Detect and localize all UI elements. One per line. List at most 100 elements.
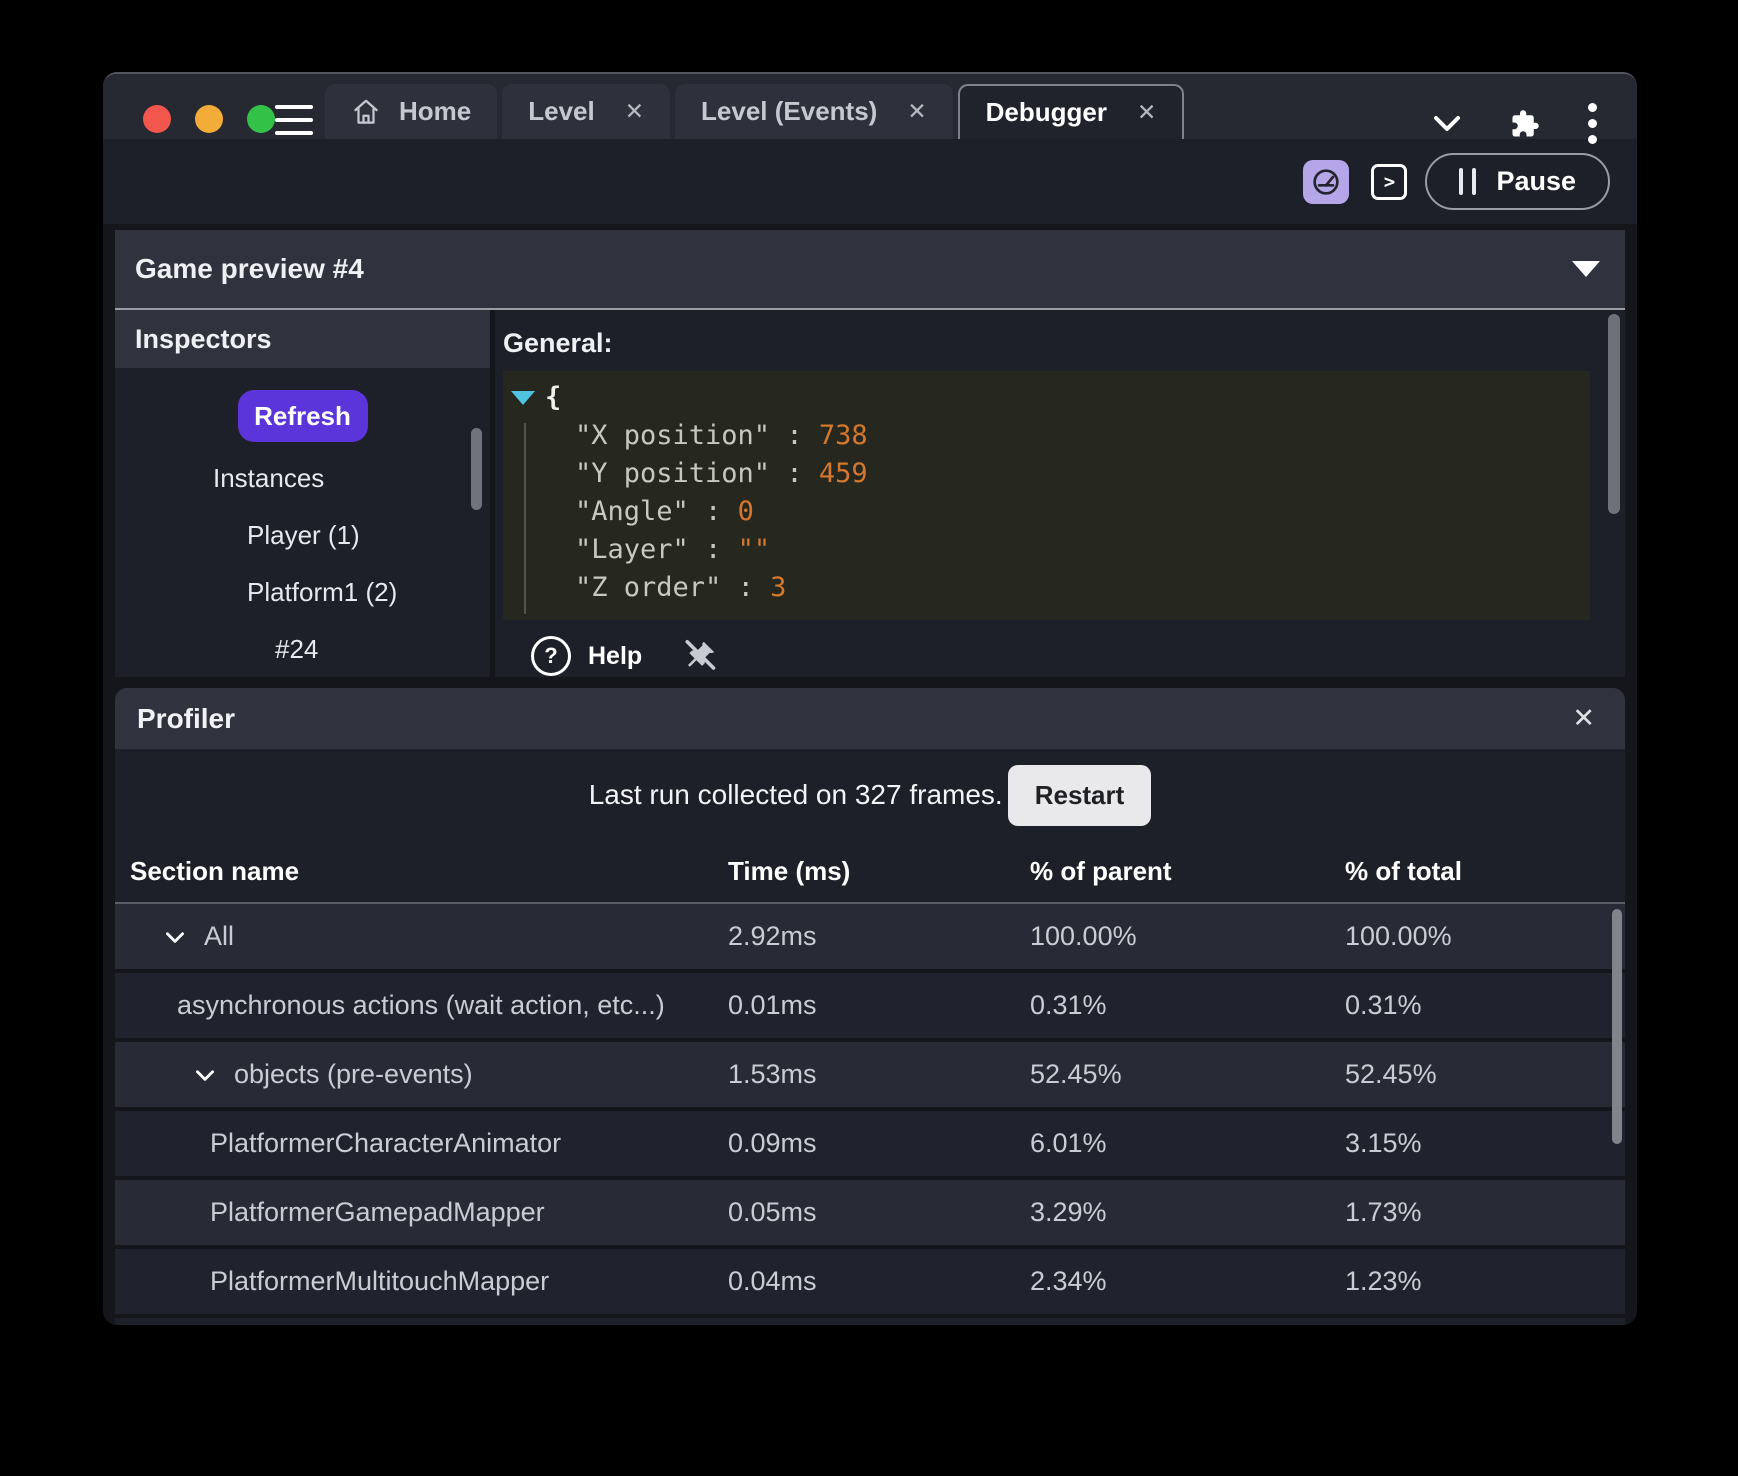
pause-label: Pause bbox=[1496, 166, 1576, 197]
tab-label: Home bbox=[399, 96, 471, 127]
tab-bar: Home Level ✕ Level (Events) ✕ Debugger ✕ bbox=[103, 74, 1637, 139]
collapse-row-icon[interactable] bbox=[192, 1062, 218, 1088]
tree-item-instances[interactable]: Instances bbox=[115, 450, 490, 507]
debugger-content: Game preview #4 Inspectors Refresh Insta… bbox=[103, 224, 1637, 1325]
debugger-window: Home Level ✕ Level (Events) ✕ Debugger ✕ bbox=[103, 72, 1637, 1325]
extensions-puzzle-icon[interactable] bbox=[1510, 109, 1540, 139]
profiler-header: Profiler ✕ bbox=[115, 688, 1625, 749]
open-brace: { bbox=[545, 379, 561, 417]
inspectors-scrollbar[interactable] bbox=[471, 428, 482, 510]
table-row[interactable]: PlatformerCharacterAnimator 0.09ms 6.01%… bbox=[115, 1111, 1625, 1180]
tab-label: Debugger bbox=[986, 97, 1107, 128]
tree-item-platform1[interactable]: Platform1 (2) bbox=[115, 564, 490, 621]
tabs: Home Level ✕ Level (Events) ✕ Debugger ✕ bbox=[325, 84, 1184, 139]
pause-icon bbox=[1459, 168, 1476, 195]
inspectors-header: Inspectors bbox=[115, 310, 490, 368]
tab-debugger[interactable]: Debugger ✕ bbox=[958, 84, 1185, 139]
collapse-row-icon[interactable] bbox=[162, 924, 188, 950]
percent-of-parent-value: 2.34% bbox=[1030, 1266, 1345, 1297]
screenshot-stage: Home Level ✕ Level (Events) ✕ Debugger ✕ bbox=[0, 0, 1738, 1476]
table-row[interactable]: PlatformerGamepadMapper 0.05ms 3.29% 1.7… bbox=[115, 1180, 1625, 1249]
json-line-angle: "Angle" : 0 bbox=[511, 493, 1590, 531]
percent-of-total-value: 100.00% bbox=[1345, 921, 1625, 952]
section-name: asynchronous actions (wait action, etc..… bbox=[177, 990, 665, 1021]
close-window-button[interactable] bbox=[143, 105, 171, 133]
json-line-z-order: "Z order" : 3 bbox=[511, 569, 1590, 607]
percent-of-parent-value: 3.29% bbox=[1030, 1197, 1345, 1228]
console-glyph: > bbox=[1384, 171, 1395, 193]
game-preview-header[interactable]: Game preview #4 bbox=[115, 230, 1625, 308]
section-name: PlatformerMultitouchMapper bbox=[210, 1266, 549, 1297]
percent-of-total-value: 0.31% bbox=[1345, 990, 1625, 1021]
time-value: 0.04ms bbox=[728, 1266, 1030, 1297]
time-value: 0.01ms bbox=[728, 990, 1030, 1021]
percent-of-parent-value: 52.45% bbox=[1030, 1059, 1345, 1090]
close-tab-icon[interactable]: ✕ bbox=[613, 98, 644, 125]
section-name: All bbox=[204, 921, 234, 952]
general-panel: General: { "X position" : 738 "Y positio… bbox=[495, 310, 1625, 677]
profiler-scrollbar[interactable] bbox=[1612, 909, 1622, 1144]
maximize-window-button[interactable] bbox=[247, 105, 275, 133]
percent-of-parent-value: 6.01% bbox=[1030, 1128, 1345, 1159]
section-name: objects (pre-events) bbox=[234, 1059, 473, 1090]
percent-of-total-value: 1.23% bbox=[1345, 1266, 1625, 1297]
tab-level-events[interactable]: Level (Events) ✕ bbox=[675, 84, 953, 139]
game-preview-title: Game preview #4 bbox=[135, 253, 364, 285]
restart-button[interactable]: Restart bbox=[1008, 765, 1152, 826]
instance-json-view: { "X position" : 738 "Y position" : 459 … bbox=[503, 371, 1590, 620]
section-gap bbox=[115, 677, 1625, 688]
profiler-table-header: Section name Time (ms) % of parent % of … bbox=[115, 841, 1625, 904]
unpin-icon[interactable] bbox=[682, 638, 718, 674]
tree-item-player[interactable]: Player (1) bbox=[115, 507, 490, 564]
indent-guide bbox=[524, 423, 526, 614]
console-button[interactable]: > bbox=[1371, 164, 1407, 200]
refresh-button[interactable]: Refresh bbox=[238, 390, 368, 442]
tab-level[interactable]: Level ✕ bbox=[502, 84, 670, 139]
tab-label: Level bbox=[528, 96, 595, 127]
menu-icon[interactable] bbox=[275, 105, 313, 135]
column-header-section-name: Section name bbox=[130, 856, 728, 887]
tab-label: Level (Events) bbox=[701, 96, 877, 127]
profiler-status-row: Last run collected on 327 frames. Restar… bbox=[115, 749, 1625, 841]
table-row[interactable]: All 2.92ms 100.00% 100.00% bbox=[115, 904, 1625, 973]
profiler-title: Profiler bbox=[137, 703, 235, 735]
close-tab-icon[interactable]: ✕ bbox=[1125, 99, 1156, 126]
column-header-time: Time (ms) bbox=[728, 856, 1030, 887]
profiler-panel: Profiler ✕ Last run collected on 327 fra… bbox=[115, 688, 1625, 1325]
speedometer-icon bbox=[1310, 166, 1342, 198]
column-header-percent-of-parent: % of parent bbox=[1030, 856, 1345, 887]
json-line-y-position: "Y position" : 459 bbox=[511, 455, 1590, 493]
tabbar-right-icons bbox=[1432, 103, 1597, 144]
column-header-percent-of-total: % of total bbox=[1345, 856, 1625, 887]
time-value: 0.09ms bbox=[728, 1128, 1030, 1159]
minimize-window-button[interactable] bbox=[195, 105, 223, 133]
help-link[interactable]: Help bbox=[588, 642, 642, 671]
table-row[interactable]: asynchronous actions (wait action, etc..… bbox=[115, 973, 1625, 1042]
tab-home[interactable]: Home bbox=[325, 84, 497, 139]
help-icon[interactable]: ? bbox=[531, 636, 571, 676]
collapse-expander-icon[interactable] bbox=[511, 391, 535, 405]
help-row: ? Help bbox=[531, 636, 1590, 676]
percent-of-total-value: 1.73% bbox=[1345, 1197, 1625, 1228]
pause-button[interactable]: Pause bbox=[1425, 153, 1610, 210]
inspectors-title: Inspectors bbox=[135, 324, 272, 355]
time-value: 1.53ms bbox=[728, 1059, 1030, 1090]
time-value: 0.05ms bbox=[728, 1197, 1030, 1228]
close-tab-icon[interactable]: ✕ bbox=[895, 98, 926, 125]
instances-tree: Instances Player (1) Platform1 (2) #24 bbox=[115, 450, 490, 678]
tree-item-instance-24[interactable]: #24 bbox=[115, 621, 490, 678]
section-name: PlatformerCharacterAnimator bbox=[210, 1128, 561, 1159]
percent-of-total-value: 52.45% bbox=[1345, 1059, 1625, 1090]
table-row[interactable]: objects (pre-events) 1.53ms 52.45% 52.45… bbox=[115, 1042, 1625, 1111]
collapse-caret-icon[interactable] bbox=[1572, 261, 1600, 277]
close-profiler-icon[interactable]: ✕ bbox=[1572, 703, 1595, 734]
general-scrollbar[interactable] bbox=[1608, 314, 1620, 514]
profiler-toggle-button[interactable] bbox=[1303, 160, 1349, 204]
general-title: General: bbox=[503, 328, 1590, 359]
table-row[interactable]: PlatformerMultitouchMapper 0.04ms 2.34% … bbox=[115, 1249, 1625, 1318]
profiler-status-text: Last run collected on 327 frames. bbox=[589, 779, 1003, 811]
home-icon bbox=[351, 97, 381, 127]
json-line-layer: "Layer" : "" bbox=[511, 531, 1590, 569]
chevron-down-icon[interactable] bbox=[1432, 114, 1462, 134]
more-options-icon[interactable] bbox=[1588, 103, 1597, 144]
